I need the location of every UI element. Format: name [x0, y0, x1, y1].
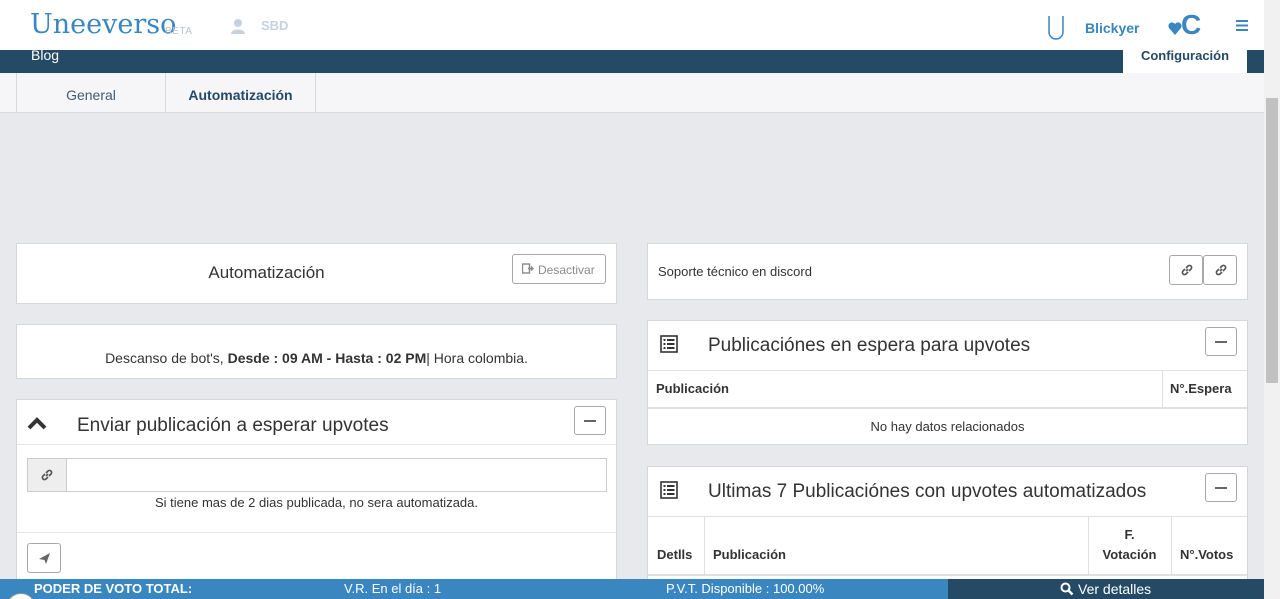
power-off-icon — [522, 263, 534, 274]
column-header: Publicación — [713, 547, 786, 562]
bot-rest-panel: Descanso de bot's, Desde : 09 AM - Hasta… — [16, 324, 617, 379]
collapse-button[interactable] — [1205, 473, 1237, 502]
column-header: N°.Votos — [1180, 547, 1234, 562]
list-icon — [660, 335, 678, 353]
table-header-rule — [648, 574, 1247, 576]
rest-prefix: Descanso de bot's, — [105, 350, 228, 366]
send-panel-title: Enviar publicación a esperar upvotes — [77, 415, 389, 436]
column-header: N°.Espera — [1170, 381, 1232, 396]
column-header: Votación — [1102, 547, 1157, 562]
voting-power-label: PODER DE VOTO TOTAL: — [34, 581, 193, 596]
beta-badge: BETA — [165, 26, 193, 37]
nav-config-tab[interactable]: Configuración — [1123, 40, 1247, 73]
collapse-button[interactable] — [574, 406, 606, 435]
publication-url-input[interactable] — [68, 459, 606, 491]
send-icon — [39, 553, 50, 564]
discord-support-panel: Soporte técnico en discord — [647, 243, 1248, 300]
search-icon — [1060, 582, 1074, 596]
column-divider — [1088, 517, 1089, 574]
automation-panel: Automatización Desactivar — [16, 243, 617, 304]
deactivate-label: Desactivar — [538, 263, 595, 277]
top-header — [0, 0, 1264, 50]
view-details-button[interactable]: Ver detalles — [948, 579, 1264, 599]
vr-day-value: V.R. En el día : 1 — [344, 581, 442, 596]
send-publication-panel: Enviar publicación a esperar upvotes Si … — [16, 399, 617, 589]
discord-support-text: Soporte técnico en discord — [658, 264, 812, 279]
hamburger-icon[interactable] — [1236, 20, 1248, 31]
u-logo-icon[interactable] — [1045, 14, 1067, 42]
list-icon — [660, 481, 678, 499]
main-navbar — [0, 50, 1264, 73]
age-hint: Si tiene mas de 2 dias publicada, no ser… — [154, 495, 479, 510]
empty-message: No hay datos relacionados — [870, 419, 1025, 434]
table-header-rule — [648, 407, 1247, 409]
bot-rest-text: Descanso de bot's, Desde : 09 AM - Hasta… — [17, 350, 616, 366]
rest-hours: Desde : 09 AM - Hasta : 02 PM — [227, 350, 427, 366]
link-icon — [1215, 264, 1227, 276]
sbd-balance[interactable]: SBD — [261, 18, 288, 33]
column-header: Publicación — [656, 381, 729, 396]
column-divider — [1171, 517, 1172, 574]
waiting-panel-title: Publicaciónes en espera para upvotes — [708, 335, 1031, 356]
waiting-table: Publicación N°.Espera — [648, 370, 1247, 409]
automation-title: Automatización — [208, 263, 325, 282]
column-divider — [704, 517, 705, 574]
url-input-group — [27, 458, 607, 492]
tab-automatizacion[interactable]: Automatización — [165, 73, 316, 113]
chevron-up-icon[interactable] — [27, 416, 47, 430]
divider — [17, 532, 616, 533]
heart-c-icon[interactable]: C — [1167, 9, 1207, 41]
scrollbar-thumb[interactable] — [1266, 98, 1278, 383]
svg-text:C: C — [1181, 9, 1201, 40]
link-addon — [28, 459, 67, 491]
divider — [17, 444, 616, 445]
rest-suffix: | Hora colombia. — [426, 350, 528, 366]
link-icon — [41, 469, 53, 481]
tab-general[interactable]: General — [16, 73, 166, 113]
link-icon — [1181, 264, 1193, 276]
deactivate-button[interactable]: Desactivar — [512, 254, 606, 284]
column-header: F. — [1124, 527, 1135, 542]
collapse-button[interactable] — [1205, 327, 1237, 356]
discord-link-button-2[interactable] — [1203, 255, 1237, 285]
last-publications-table: Detlls Publicación F. Votación N°.Votos — [648, 516, 1247, 576]
app-logo[interactable]: Uneeverso — [30, 9, 176, 40]
nav-blog-link[interactable]: Blog — [31, 47, 59, 63]
discord-link-button-1[interactable] — [1169, 255, 1203, 285]
waiting-publications-panel: Publicaciónes en espera para upvotes Pub… — [647, 320, 1248, 445]
column-header: Detlls — [657, 547, 693, 562]
pvt-available-value: P.V.T. Disponible : 100.00% — [666, 581, 825, 596]
column-divider — [1162, 371, 1163, 407]
last-panel-title: Ultimas 7 Publicaciónes con upvotes auto… — [708, 481, 1147, 502]
username-link[interactable]: Blickyer — [1085, 20, 1139, 36]
view-details-label: Ver detalles — [1078, 581, 1152, 597]
voting-power-bar: PODER DE VOTO TOTAL: V.R. En el día : 1 … — [0, 579, 948, 599]
send-button[interactable] — [27, 543, 61, 573]
user-icon — [231, 19, 245, 34]
